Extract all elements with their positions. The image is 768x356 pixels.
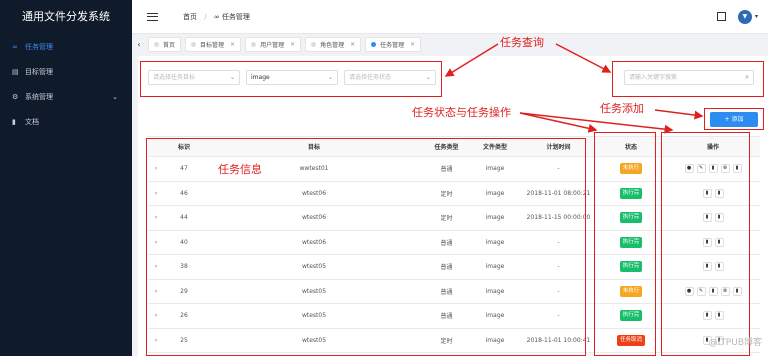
breadcrumb: 首页 / ∞ 任务管理 bbox=[183, 12, 250, 22]
annotation-box-search bbox=[612, 61, 764, 97]
database-icon: ▤ bbox=[12, 67, 19, 76]
avatar[interactable]: ▼ bbox=[737, 9, 752, 24]
infinity-icon: ∞ bbox=[12, 42, 18, 51]
annotation-box-ops bbox=[661, 132, 750, 356]
annotation-status-ops-label: 任务状态与任务操作 bbox=[412, 106, 511, 119]
close-icon[interactable]: ✕ bbox=[230, 41, 235, 48]
tab-home[interactable]: 首页 bbox=[148, 36, 182, 52]
tab-label: 目标管理 bbox=[200, 41, 225, 49]
tab-dot-icon bbox=[251, 41, 257, 47]
sidebar-item-task-management[interactable]: ∞ 任务管理 bbox=[0, 34, 132, 59]
tab-target-management[interactable]: 目标管理 ✕ bbox=[185, 36, 242, 52]
tab-task-management[interactable]: 任务管理 ✕ bbox=[365, 36, 422, 52]
sidebar-item-label: 任务管理 bbox=[25, 42, 53, 51]
annotation-box-add bbox=[704, 108, 764, 130]
tab-role-management[interactable]: 角色管理 ✕ bbox=[305, 36, 362, 52]
watermark: @ITPUB博客 bbox=[708, 338, 762, 348]
top-header: 首页 / ∞ 任务管理 ▼ ▾ bbox=[132, 0, 768, 34]
infinity-icon: ∞ bbox=[213, 12, 220, 21]
tab-dot-icon bbox=[311, 41, 317, 47]
tab-label: 首页 bbox=[163, 41, 176, 49]
tab-dot-icon bbox=[154, 41, 159, 47]
annotation-add-label: 任务添加 bbox=[600, 102, 644, 115]
annotation-box-status bbox=[594, 132, 656, 356]
menu-toggle-icon[interactable] bbox=[147, 12, 158, 21]
close-icon[interactable]: ✕ bbox=[410, 41, 415, 48]
annotation-box-query bbox=[140, 61, 442, 97]
close-icon[interactable]: ✕ bbox=[290, 41, 295, 48]
app-title: 通用文件分发系统 bbox=[22, 10, 110, 23]
sidebar-item-target-management[interactable]: ▤ 目标管理 bbox=[0, 59, 132, 84]
breadcrumb-home[interactable]: 首页 bbox=[183, 13, 197, 21]
chevron-down-icon: ⌄ bbox=[112, 92, 118, 101]
annotation-box-info bbox=[146, 138, 586, 356]
close-icon[interactable]: ✕ bbox=[350, 41, 355, 48]
sidebar-item-label: 系统管理 bbox=[25, 92, 53, 101]
breadcrumb-separator: / bbox=[204, 12, 207, 21]
sidebar-item-label: 目标管理 bbox=[25, 67, 53, 76]
tab-dot-icon bbox=[191, 41, 197, 47]
fullscreen-icon[interactable] bbox=[716, 12, 726, 21]
tab-label: 角色管理 bbox=[320, 41, 345, 49]
annotation-info-label: 任务信息 bbox=[218, 163, 262, 176]
sidebar-item-docs[interactable]: ▮ 文档 bbox=[0, 109, 132, 134]
sidebar-item-label: 文档 bbox=[25, 117, 39, 126]
sidebar-item-system-management[interactable]: ⚙ 系统管理 ⌄ bbox=[0, 84, 132, 109]
annotation-query-label: 任务查询 bbox=[500, 36, 544, 49]
tab-user-management[interactable]: 用户管理 ✕ bbox=[245, 36, 302, 52]
chevron-left-icon[interactable]: ‹ bbox=[134, 40, 144, 49]
tab-label: 用户管理 bbox=[260, 41, 285, 49]
header-actions: ▼ ▾ bbox=[716, 9, 758, 24]
tabs-bar: ‹ 首页 目标管理 ✕ 用户管理 ✕ 角色管理 ✕ 任务管理 ✕ bbox=[132, 34, 768, 54]
caret-down-icon[interactable]: ▾ bbox=[755, 13, 758, 20]
gear-icon: ⚙ bbox=[12, 92, 19, 101]
sidebar: 通用文件分发系统 ∞ 任务管理 ▤ 目标管理 ⚙ 系统管理 ⌄ ▮ 文档 bbox=[0, 0, 132, 356]
breadcrumb-current: 任务管理 bbox=[221, 12, 250, 21]
tab-label: 任务管理 bbox=[380, 41, 405, 49]
tab-dot-icon bbox=[371, 41, 377, 47]
book-icon: ▮ bbox=[12, 117, 16, 126]
